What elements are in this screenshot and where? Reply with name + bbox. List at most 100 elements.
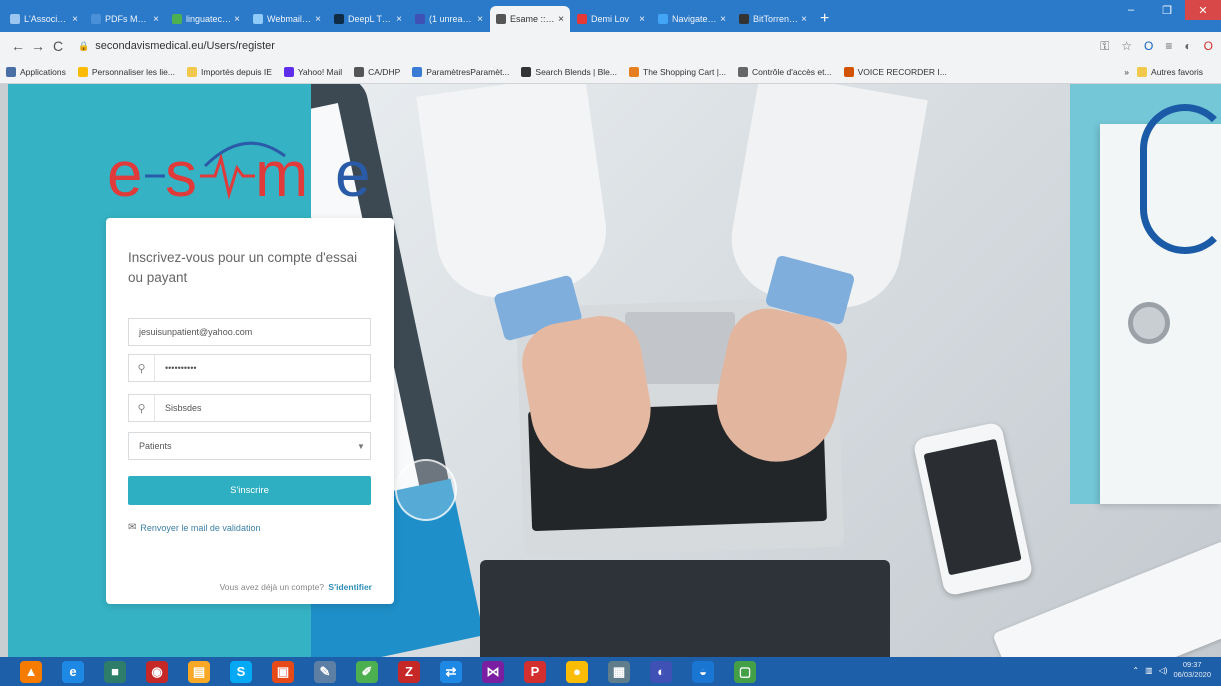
reload-icon[interactable]: C (48, 38, 68, 54)
bookmark-label: ParamètresParamèt... (426, 66, 510, 77)
browser-tab[interactable]: Navigateur de× (652, 6, 732, 32)
browser-tab[interactable]: Demi Lov × (571, 6, 651, 32)
bookmark-item[interactable]: Search Blends | Ble... (521, 66, 617, 77)
browser-tab-strip: L'Associé du c×PDFs Made S×linguatec fre… (0, 0, 1221, 32)
favicon-icon (253, 14, 263, 24)
app4-icon[interactable]: ◉ (146, 660, 168, 683)
have-account-text: Vous avez déjà un compte? (219, 582, 325, 592)
close-tab-icon[interactable]: × (315, 14, 321, 25)
app17-icon[interactable]: ◒ (692, 660, 714, 683)
maximize-button[interactable]: ❐ (1149, 0, 1185, 20)
browser-tab[interactable]: linguatec fren× (166, 6, 246, 32)
pdf-icon[interactable]: P (524, 660, 546, 683)
password-field[interactable]: ⚲ •••••••••• (128, 354, 371, 382)
window-controls: – ❐ ✕ (1113, 0, 1221, 20)
bookmark-item[interactable]: ParamètresParamèt... (412, 66, 510, 77)
role-select[interactable]: Patients ▼ (128, 432, 371, 460)
close-tab-icon[interactable]: × (153, 14, 159, 25)
confirm-password-field[interactable]: ⚲ Sisbsdes (128, 394, 371, 422)
close-tab-icon[interactable]: × (720, 14, 726, 25)
bookmark-label: VOICE RECORDER I... (857, 66, 947, 77)
favicon-icon (172, 14, 182, 24)
bookmark-item[interactable]: VOICE RECORDER I... (843, 66, 947, 77)
tab-title: Demi Lov (591, 14, 630, 24)
confirm-value: Sisbsdes (165, 403, 202, 413)
bookmark-item[interactable]: Personnaliser les lie... (77, 66, 175, 77)
bookmark-icon (354, 66, 365, 77)
app3-icon[interactable]: ■ (104, 660, 126, 683)
bookmark-item[interactable]: Yahoo! Mail (283, 66, 342, 77)
app7-icon[interactable]: ▣ (272, 660, 294, 683)
menu-icon[interactable]: ≡ (1165, 39, 1172, 54)
explorer-icon[interactable]: ▤ (188, 660, 210, 683)
clock-time: 09:37 (1182, 660, 1202, 669)
chevron-more-icon[interactable]: » (1124, 67, 1129, 77)
tab-title: linguatec fren (186, 14, 231, 24)
bookmark-item[interactable]: The Shopping Cart |... (629, 66, 726, 77)
email-field[interactable]: jesuisunpatient@yahoo.com (128, 318, 371, 346)
key-icon[interactable]: ⚿ (1100, 39, 1109, 54)
close-tab-icon[interactable]: × (72, 14, 78, 25)
stethoscope-head-image (1128, 302, 1170, 344)
browser-tab[interactable]: BitTorrent - P× (733, 6, 813, 32)
close-tab-icon[interactable]: × (558, 14, 564, 25)
close-tab-icon[interactable]: × (234, 14, 240, 25)
windows-taskbar: ▲ e ■ ◉ ▤ S ▣ ✎ ✐ Z ⇄ ⋈ P ● ▦ ◐ ◒ ▢ ⌃ ▥ ◁) 09:37 06/03/20… (0, 657, 1221, 686)
clock[interactable]: 09:37 06/03/2020 (1173, 660, 1211, 680)
close-tab-icon[interactable]: × (477, 14, 483, 25)
resend-validation-link[interactable]: ✉ Renvoyer le mail de validation (128, 522, 260, 533)
app9-icon[interactable]: ✐ (356, 660, 378, 683)
bookmark-icon (629, 66, 639, 77)
extension-icon[interactable]: ◐ (1184, 39, 1191, 54)
login-link[interactable]: S'identifier (328, 582, 372, 592)
close-tab-icon[interactable]: × (396, 14, 402, 25)
favicon-icon (415, 14, 425, 24)
browser-tab[interactable]: PDFs Made S× (85, 6, 165, 32)
teamviewer-icon[interactable]: ⇄ (440, 660, 462, 683)
forward-icon[interactable]: → (28, 38, 48, 54)
app8-icon[interactable]: ✎ (314, 660, 336, 683)
close-window-button[interactable]: ✕ (1185, 0, 1221, 20)
url-field[interactable]: 🔒 secondavismedical.eu/Users/register (78, 35, 1090, 57)
search-icon: ⚲ (129, 355, 155, 381)
glass-image (395, 459, 457, 521)
vs-icon[interactable]: ⋈ (482, 660, 504, 683)
app15-icon[interactable]: ▦ (608, 660, 630, 683)
bookmark-item[interactable]: Applications (6, 66, 66, 77)
new-tab-button[interactable]: + (820, 6, 829, 32)
vlc-icon[interactable]: ▲ (20, 660, 42, 683)
close-tab-icon[interactable]: × (801, 14, 807, 25)
favicon-icon (496, 14, 506, 24)
minimize-button[interactable]: – (1113, 0, 1149, 20)
browser-tab[interactable]: Webmail grou× (247, 6, 327, 32)
filezilla-icon[interactable]: Z (398, 660, 420, 683)
svg-text:m: m (255, 138, 308, 210)
browser-tab[interactable]: (1 unread) - ja× (409, 6, 489, 32)
app16-icon[interactable]: ◐ (650, 660, 672, 683)
back-icon[interactable]: ← (8, 38, 28, 54)
browser-tab[interactable]: DeepL Traduc× (328, 6, 408, 32)
ie-icon[interactable]: e (62, 660, 84, 683)
network-icon[interactable]: ▥ (1145, 666, 1153, 675)
chrome-icon[interactable]: ● (566, 660, 588, 683)
tray-up-icon[interactable]: ⌃ (1132, 666, 1139, 675)
skype-icon[interactable]: S (230, 660, 252, 683)
svg-text:s: s (165, 138, 197, 210)
browser-tab[interactable]: L'Associé du c× (4, 6, 84, 32)
app18-icon[interactable]: ▢ (734, 660, 756, 683)
other-bookmarks[interactable]: Autres favoris (1137, 66, 1203, 77)
signup-button[interactable]: S'inscrire (128, 476, 371, 505)
tab-title: BitTorrent - P (753, 14, 798, 24)
browser-tab[interactable]: Esame :: Regis× (490, 6, 570, 32)
extension-icons: ⚿ ☆ O ≡ ◐ O (1100, 39, 1213, 54)
bookmark-item[interactable]: CA/DHP (354, 66, 400, 77)
volume-icon[interactable]: ◁) (1159, 666, 1168, 675)
close-tab-icon[interactable]: × (639, 14, 645, 25)
record-icon[interactable]: O (1204, 39, 1213, 54)
opera-icon[interactable]: O (1144, 39, 1153, 54)
star-icon[interactable]: ☆ (1121, 39, 1132, 54)
bookmark-label: Search Blends | Ble... (535, 66, 617, 77)
bookmark-item[interactable]: Importés depuis IE (187, 66, 272, 77)
stethoscope-image (1140, 104, 1221, 254)
bookmark-item[interactable]: Contrôle d'accès et... (738, 66, 832, 77)
